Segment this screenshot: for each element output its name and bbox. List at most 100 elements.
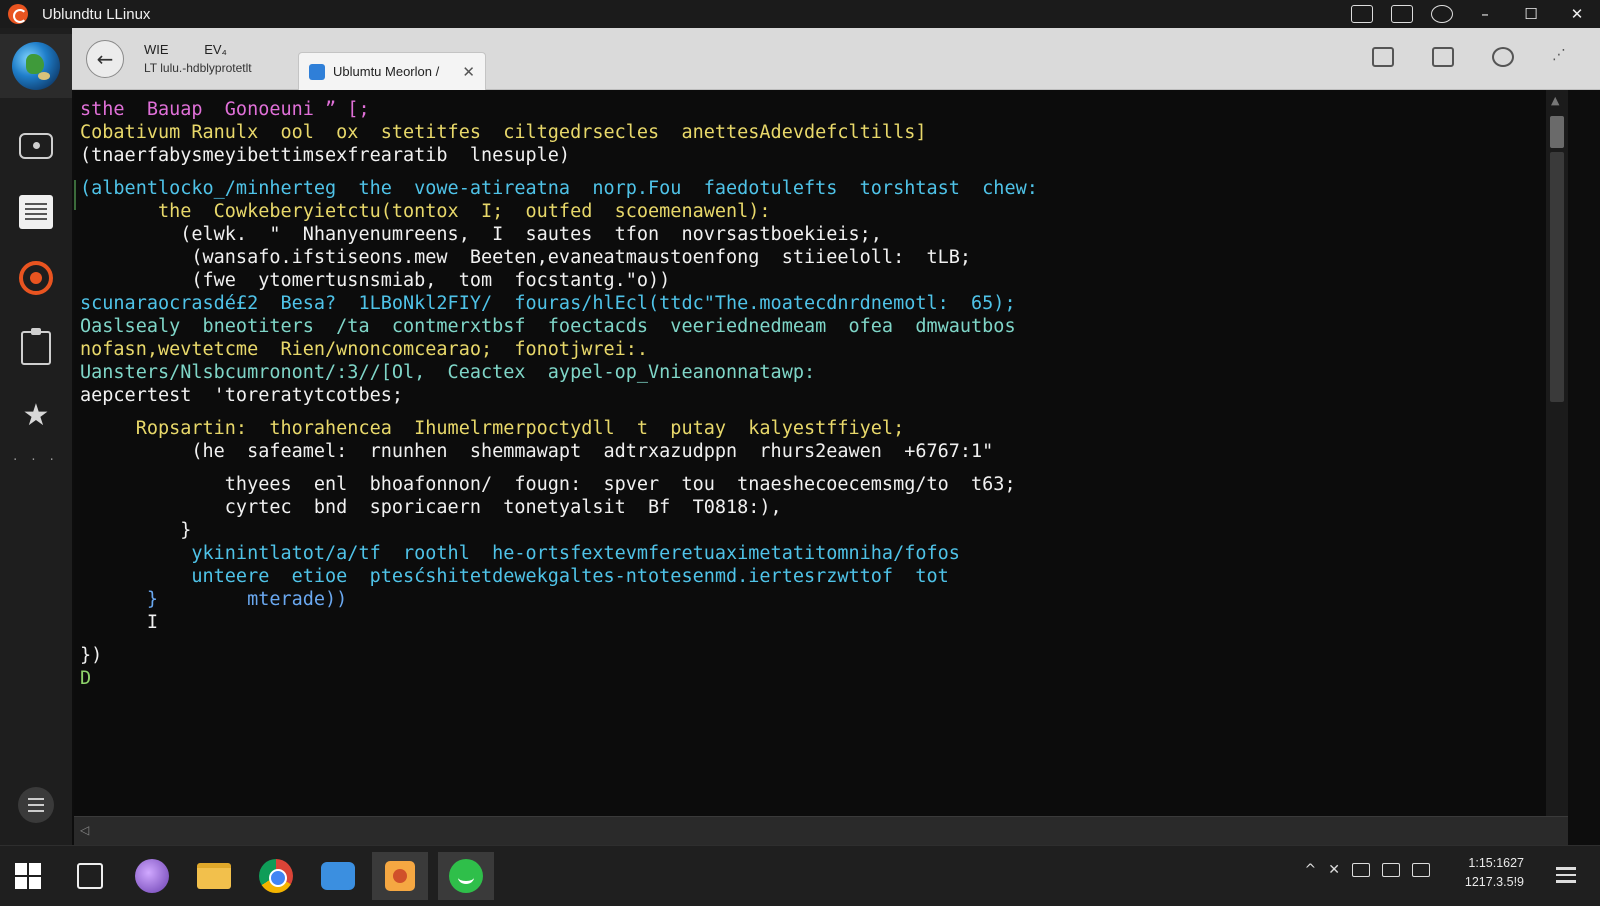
terminal-view[interactable]: sthe Bauap Gonoeuni ” [; Cobativum Ranulx… — [74, 90, 1546, 816]
menu-icon — [18, 787, 54, 823]
start-button[interactable] — [0, 852, 56, 900]
sidebar-item-camera[interactable] — [0, 114, 72, 178]
close-button[interactable]: ✕ — [1554, 0, 1600, 28]
scroll-track[interactable] — [1550, 152, 1564, 402]
terminal-line: (he safeamel: rnunhen shemmawapt adtrxaz… — [80, 441, 994, 462]
title-bar: Ublundtu LLinux – ☐ ✕ — [0, 0, 1600, 28]
terminal-line: }) — [80, 645, 103, 666]
terminal-line: D — [80, 668, 92, 689]
folder-icon — [197, 863, 231, 889]
taskbar: ^ ✕ 1:15:1627 1217.3.5!9 — [0, 845, 1600, 906]
tray-close[interactable]: ✕ — [1328, 862, 1340, 878]
clock-time: 1:15:1627 — [1468, 856, 1524, 870]
back-button[interactable]: ← — [86, 40, 124, 78]
terminal-line: (albentlocko_/minherteg the vowe-atireat… — [80, 178, 1038, 199]
sidebar-item-more[interactable]: · · · — [0, 440, 72, 480]
ubuntu-icon — [19, 261, 53, 295]
taskbar-files[interactable] — [62, 852, 118, 900]
pdf-icon[interactable] — [1351, 5, 1373, 23]
maximize-button[interactable]: ☐ — [1508, 0, 1554, 28]
terminal-line: Uansters/Nlsbcumronont/:3//[Ol, Ceactex … — [80, 362, 816, 383]
camera-icon — [19, 133, 53, 159]
tab-active[interactable]: Ublumtu Meorlon / ✕ — [298, 52, 486, 90]
terminal-line: (tnaerfabysmeyibettimsexfrearatib lnesup… — [80, 145, 571, 166]
taskbar-whatsapp[interactable] — [438, 852, 494, 900]
scroll-thumb[interactable] — [1550, 116, 1564, 148]
clock-date: 1217.3.5!9 — [1464, 875, 1524, 889]
toolbar-actions: ⋰ — [1372, 47, 1574, 67]
taskbar-app-purple[interactable] — [124, 852, 180, 900]
taskbar-mail[interactable] — [310, 852, 366, 900]
app-purple-icon — [135, 859, 169, 893]
terminal-line: aepcertest 'toreratytcotbes; — [80, 385, 404, 406]
trash-icon[interactable] — [1432, 47, 1454, 67]
horizontal-scrollbar[interactable]: ◁ — [74, 816, 1568, 845]
battery-icon[interactable] — [1352, 863, 1370, 877]
titlebar-controls: – ☐ ✕ — [1342, 0, 1600, 28]
document-icon — [19, 195, 53, 229]
star-icon: ★ — [22, 398, 50, 433]
browser-toolbar: ← WIE EV₄ LT lulu.-hdblyprotetlt Ublumtu… — [72, 28, 1600, 90]
terminal-line: } — [80, 520, 192, 541]
toolbar-label-2[interactable]: EV₄ — [204, 42, 227, 57]
terminal-line: } mterade)) — [80, 589, 348, 610]
tray-chevron[interactable]: ^ — [1305, 862, 1317, 878]
system-tray: ^ ✕ — [1305, 862, 1430, 878]
circle-icon[interactable] — [1492, 47, 1514, 67]
save-icon[interactable] — [1372, 47, 1394, 67]
app-orange-icon — [385, 861, 415, 891]
terminal-line: unteere etioe ptesćshitetdewekgaltes-nto… — [80, 566, 949, 587]
terminal-line: I — [80, 612, 158, 633]
clipboard-icon — [21, 328, 51, 365]
chrome-icon — [259, 859, 293, 893]
terminal-line: (elwk. " Nhanyenumreens, I sautes tfon n… — [80, 224, 882, 245]
terminal-line: nofasn,wevtetcme Rien/wnoncomcearao; fon… — [80, 339, 649, 360]
terminal-line: Cobativum Ranulx ool ox stetitfes ciltge… — [80, 122, 927, 143]
toolbar-label-1[interactable]: WIE — [144, 42, 169, 57]
tab-label: Ublumtu Meorlon / — [333, 64, 440, 79]
taskbar-folder[interactable] — [186, 852, 242, 900]
taskbar-app-orange[interactable] — [372, 852, 428, 900]
terminal-line: (fwe ytomertusnsmiab, tom focstantg."o)) — [80, 270, 671, 291]
sidebar-item-clipboard[interactable] — [0, 316, 72, 380]
ubuntu-logo-icon — [8, 4, 28, 24]
terminal-line: ykinintlatot/a/tf roothl he-ortsfextevmf… — [80, 543, 960, 564]
sidebar-item-favorites[interactable]: ★ — [0, 384, 72, 448]
windows-start-icon — [15, 863, 41, 889]
sidebar-item-menu[interactable] — [0, 773, 72, 837]
more-icon[interactable]: ⋰ — [1552, 47, 1574, 67]
sidebar-item-globe[interactable] — [0, 34, 72, 98]
vertical-scrollbar[interactable]: ▲ — [1546, 90, 1568, 816]
right-margin — [1568, 90, 1600, 845]
minimize-button[interactable]: – — [1462, 0, 1508, 28]
globe-icon — [12, 42, 60, 90]
terminal-output: sthe Bauap Gonoeuni ” [; Cobativum Ranulx… — [80, 98, 1038, 690]
taskbar-chrome[interactable] — [248, 852, 304, 900]
terminal-line: scunaraocrasdé£2 Besa? 1LBoNkl2FIY/ four… — [80, 293, 1016, 314]
tab-favicon-icon — [309, 63, 325, 80]
whatsapp-icon — [449, 859, 483, 893]
toolbar-path: LT lulu.-hdblyprotetlt — [144, 61, 252, 75]
terminal-line: the Cowkeberyietctu(tontox I; outfed sco… — [80, 201, 771, 222]
notifications-icon[interactable] — [1556, 862, 1582, 888]
tab-close-icon[interactable]: ✕ — [462, 63, 475, 81]
news-icon[interactable] — [1391, 5, 1413, 23]
sidebar-item-documents[interactable] — [0, 180, 72, 244]
scroll-left-icon[interactable]: ◁ — [80, 823, 89, 837]
toolbar-labels: WIE EV₄ LT lulu.-hdblyprotetlt — [144, 42, 259, 75]
volume-icon[interactable] — [1412, 863, 1430, 877]
window-title: Ublundtu LLinux — [42, 5, 151, 23]
terminal-gutter-marker — [74, 180, 76, 210]
sidebar-item-ubuntu[interactable] — [0, 246, 72, 310]
mail-icon — [321, 862, 355, 890]
globe-icon[interactable] — [1431, 5, 1453, 23]
scroll-up-icon[interactable]: ▲ — [1551, 94, 1559, 107]
terminal-line: Ropsartin: thorahencea Ihumelrmerpoctydl… — [80, 418, 905, 439]
terminal-line: thyees enl bhoafonnon/ fougn: spver tou … — [80, 474, 1016, 495]
clock[interactable]: 1:15:1627 1217.3.5!9 — [1465, 854, 1524, 892]
network-icon[interactable] — [1382, 863, 1400, 877]
file-icon — [77, 863, 103, 889]
